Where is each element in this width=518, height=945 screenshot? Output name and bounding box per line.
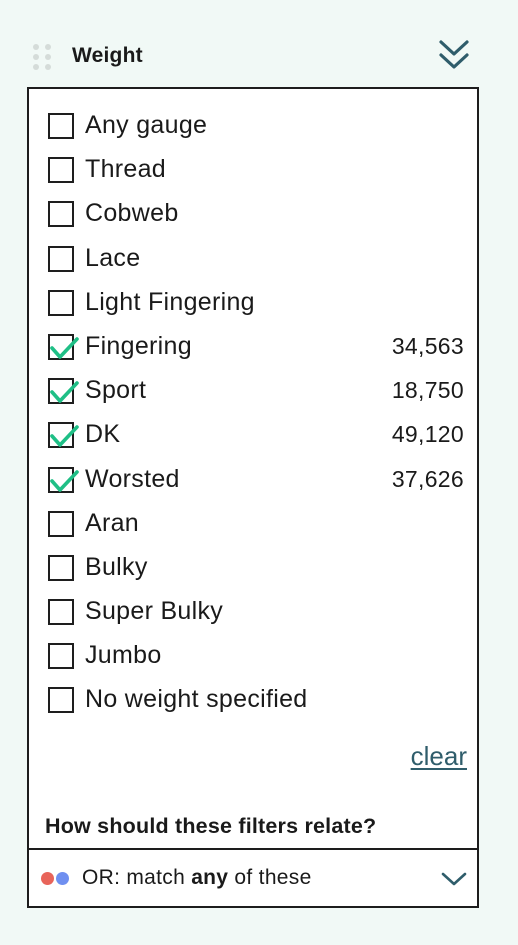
weight-option[interactable]: Jumbo	[29, 636, 477, 680]
checkbox[interactable]	[48, 378, 79, 405]
option-label: Any gauge	[85, 111, 208, 139]
weight-options-list: Any gauge Thread Cobweb Lace Light Fingering…	[29, 106, 477, 725]
weight-option[interactable]: Lace	[29, 239, 477, 283]
chevron-down-icon	[441, 872, 467, 886]
red-dot-icon	[41, 872, 54, 885]
option-count: 37,626	[391, 465, 464, 492]
checkbox[interactable]	[48, 201, 74, 228]
checkbox[interactable]	[48, 289, 74, 316]
checkbox[interactable]	[48, 466, 79, 493]
weight-option[interactable]: Cobweb	[29, 194, 477, 238]
option-label: Lace	[85, 243, 141, 272]
clear-link[interactable]: clear	[411, 741, 467, 772]
checkbox[interactable]	[48, 245, 74, 272]
weight-option[interactable]: Bulky	[29, 548, 477, 592]
checkbox[interactable]	[48, 113, 74, 139]
weight-option[interactable]: Light Fingering	[29, 283, 477, 327]
filter-header: Weight	[0, 30, 518, 82]
weight-option[interactable]: Any gauge	[29, 106, 477, 150]
checkbox[interactable]	[48, 643, 74, 670]
checkbox[interactable]	[48, 157, 74, 184]
option-label: Bulky	[85, 552, 148, 581]
checkbox[interactable]	[48, 554, 74, 581]
filter-title: Weight	[72, 44, 143, 67]
option-label: Light Fingering	[85, 287, 255, 316]
weight-option[interactable]: Super Bulky	[29, 592, 477, 636]
option-count: 18,750	[391, 377, 464, 404]
checkmark-icon	[50, 381, 79, 403]
weight-filter-panel: Any gauge Thread Cobweb Lace Light Fingering…	[27, 87, 479, 908]
relate-selected-value: OR: match any of these	[82, 866, 312, 889]
weight-option[interactable]: Fingering 34,563	[29, 327, 477, 371]
option-label: Super Bulky	[85, 597, 224, 626]
option-label: Sport	[85, 376, 147, 405]
option-label: No weight specified	[85, 685, 308, 714]
checkbox[interactable]	[48, 687, 74, 714]
checkmark-icon	[50, 425, 79, 448]
relate-mode-select[interactable]: OR: match any of these	[29, 848, 477, 908]
relate-question: How should these filters relate?	[45, 814, 377, 838]
weight-option[interactable]: Aran	[29, 504, 477, 548]
option-label: Jumbo	[85, 641, 162, 670]
option-label: Worsted	[85, 464, 180, 493]
weight-option[interactable]: DK 49,120	[29, 415, 477, 459]
collapse-button[interactable]	[434, 36, 474, 74]
weight-option[interactable]: Sport 18,750	[29, 371, 477, 415]
option-count: 49,120	[391, 421, 464, 448]
double-chevron-down-icon	[439, 40, 469, 69]
drag-handle-icon[interactable]	[33, 44, 51, 70]
option-label: DK	[85, 420, 121, 449]
checkbox[interactable]	[48, 510, 74, 537]
weight-option[interactable]: No weight specified	[29, 680, 477, 724]
checkbox[interactable]	[48, 422, 79, 449]
checkbox[interactable]	[48, 599, 74, 626]
option-label: Cobweb	[85, 199, 179, 228]
blue-dot-icon	[56, 872, 69, 885]
option-label: Fingering	[85, 331, 192, 360]
checkmark-icon	[50, 469, 79, 492]
option-count: 34,563	[391, 332, 464, 359]
checkbox[interactable]	[48, 333, 79, 360]
weight-option[interactable]: Worsted 37,626	[29, 460, 477, 504]
option-label: Thread	[85, 155, 167, 184]
weight-option[interactable]: Thread	[29, 150, 477, 194]
option-label: Aran	[85, 508, 140, 537]
checkmark-icon	[50, 337, 79, 359]
